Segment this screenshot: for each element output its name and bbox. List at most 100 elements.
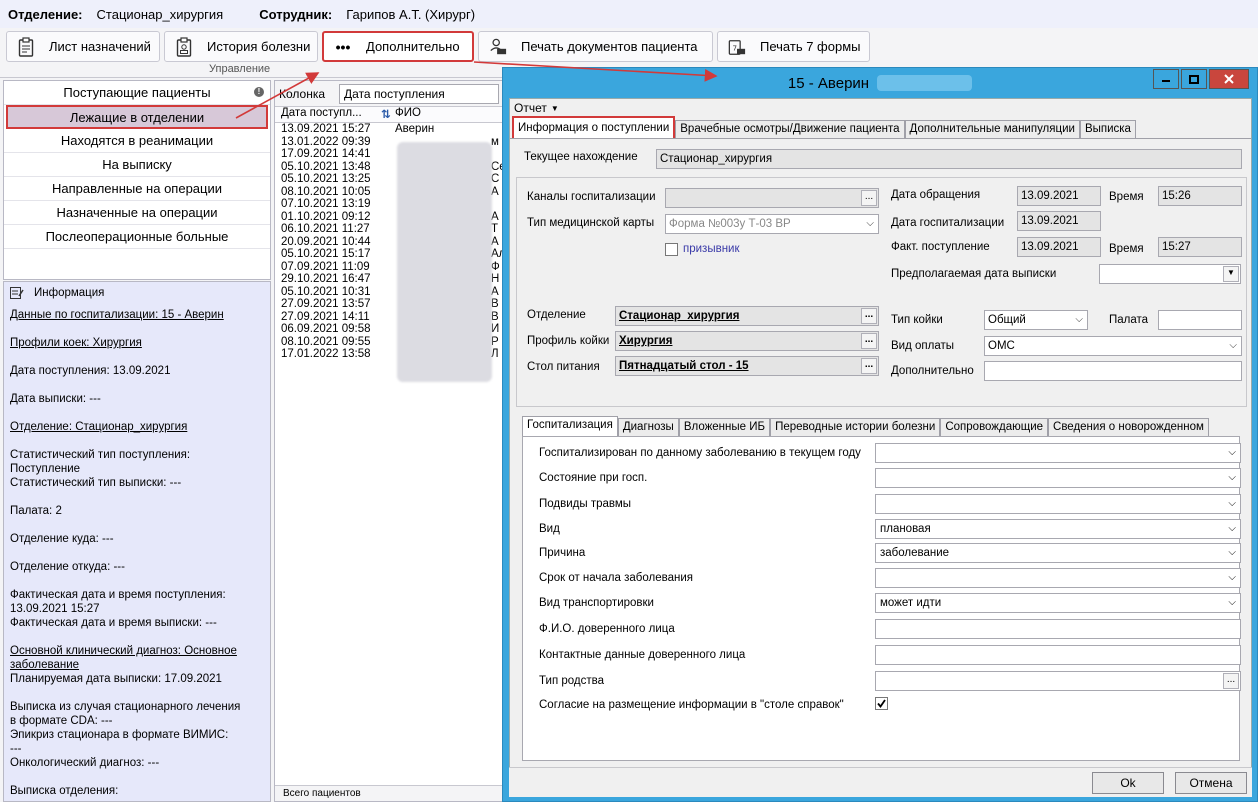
info-dept-from: Отделение откуда: --- — [10, 561, 125, 573]
browse-button[interactable]: ... — [861, 333, 877, 349]
card-type-select[interactable]: Форма №003у Т-03 ВР ⌵ — [665, 214, 879, 234]
admission-details: Каналы госпитализации ... Тип медицинско… — [516, 177, 1247, 407]
info-diagnosis-link-cont[interactable]: заболевание — [10, 658, 264, 672]
col-admission-date[interactable]: Дата поступл... — [275, 107, 375, 122]
ward-field[interactable] — [1158, 310, 1242, 330]
cancel-button[interactable]: Отмена — [1175, 772, 1247, 794]
info-icon[interactable]: ! — [254, 87, 264, 97]
row-admission-date: 07.10.2021 13:19 — [281, 198, 371, 210]
info-hospitalization-link[interactable]: Данные по госпитализации: 15 - Аверин — [10, 308, 264, 322]
calendar-dropdown-icon[interactable]: ▼ — [1223, 266, 1239, 282]
kinship-field[interactable]: ... — [875, 671, 1241, 691]
form-row-label: Вид — [539, 523, 560, 535]
col-name[interactable]: ФИО — [389, 107, 421, 122]
illness-duration-select[interactable]: ⌵ — [875, 568, 1241, 588]
nav-item-label: Находятся в реанимации — [60, 133, 214, 148]
browse-button[interactable]: ... — [1223, 673, 1239, 689]
table-row[interactable]: 13.09.2021 15:27 Аверин — [275, 123, 503, 136]
close-button[interactable] — [1209, 69, 1249, 89]
maximize-icon — [1189, 74, 1199, 84]
nav-discharge[interactable]: На выписку — [4, 153, 270, 177]
trustee-name-field[interactable] — [875, 619, 1241, 639]
window-title-bar[interactable]: 15 - Аверин — [503, 68, 1257, 98]
nav-sent-to-surgery[interactable]: Направленные на операции — [4, 177, 270, 201]
minimize-button[interactable] — [1153, 69, 1179, 89]
fact-time-field: 15:27 — [1158, 237, 1242, 257]
row-admission-date: 08.10.2021 09:55 — [281, 335, 371, 348]
nav-item-label: Назначенные на операции — [56, 205, 218, 220]
sort-icon[interactable]: ⇅ — [375, 107, 391, 122]
print-form7-button[interactable]: 7 Печать 7 формы — [717, 31, 870, 62]
row-patient-name — [389, 161, 395, 174]
row-patient-name — [389, 236, 395, 249]
nav-in-icu[interactable]: Находятся в реанимации — [4, 129, 270, 153]
app-header: Отделение: Стационар_хирургия Сотрудник:… — [0, 0, 1258, 28]
chevron-down-icon: ⌵ — [1228, 523, 1236, 534]
kind-select[interactable]: плановая ⌵ — [875, 519, 1241, 539]
browse-button[interactable]: ... — [861, 308, 877, 324]
more-dots-icon: ••• — [335, 38, 351, 55]
fact-admission-label: Факт. поступление — [891, 241, 990, 253]
nav-in-department[interactable]: Лежащие в отделении — [6, 105, 268, 129]
fact-time-label: Время — [1109, 243, 1144, 255]
prescriptions-button[interactable]: Лист назначений — [6, 31, 160, 62]
subtab-newborn[interactable]: Сведения о новорожденном — [1048, 418, 1209, 436]
tab-discharge[interactable]: Выписка — [1079, 120, 1136, 138]
injury-subtype-select[interactable]: ⌵ — [875, 494, 1241, 514]
additional-button[interactable]: ••• Дополнительно — [322, 31, 474, 62]
trustee-contact-field[interactable] — [875, 645, 1241, 665]
tab-manipulations[interactable]: Дополнительные манипуляции — [904, 120, 1080, 138]
subtab-hospitalization[interactable]: Госпитализация — [522, 416, 618, 436]
form-row-label: Вид транспортировки — [539, 597, 654, 609]
subtab-transfer-records[interactable]: Переводные истории болезни — [770, 418, 941, 436]
browse-button[interactable]: ... — [861, 190, 877, 206]
channels-field[interactable]: ... — [665, 188, 879, 208]
bed-type-select[interactable]: Общий ⌵ — [984, 310, 1088, 330]
conscript-label: призывник — [683, 243, 740, 255]
extra-field[interactable] — [984, 361, 1242, 381]
planned-discharge-field[interactable]: ▼ — [1099, 264, 1241, 284]
subtab-nested-records[interactable]: Вложенные ИБ — [678, 418, 771, 436]
card-type-label: Тип медицинской карты — [527, 217, 655, 229]
payment-select[interactable]: ОМС ⌵ — [984, 336, 1242, 356]
info-department-link[interactable]: Отделение: Стационар_хирургия — [10, 420, 264, 434]
transport-select[interactable]: может идти ⌵ — [875, 593, 1241, 613]
row-patient-name — [389, 261, 395, 274]
already-hospitalized-select[interactable]: ⌵ — [875, 443, 1241, 463]
subtab-companions[interactable]: Сопровождающие — [940, 418, 1049, 436]
report-menu-label: Отчет — [514, 101, 547, 115]
info-diagnosis-link[interactable]: Основной клинический диагноз: Основное — [10, 644, 264, 658]
svg-text:7: 7 — [733, 43, 738, 52]
hosp-date-label: Дата госпитализации — [891, 217, 1005, 229]
chevron-down-icon: ⌵ — [1228, 572, 1236, 583]
info-stat-admission-label: Статистический тип поступления: — [10, 449, 191, 461]
tab-doctor-exams[interactable]: Врачебные осмотры/Движение пациента — [675, 120, 905, 138]
subtab-diagnoses[interactable]: Диагнозы — [617, 418, 679, 436]
maximize-button[interactable] — [1181, 69, 1207, 89]
bed-profile-field[interactable]: Хирургия ... — [615, 331, 879, 351]
nav-incoming-patients[interactable]: Поступающие пациенты ! — [4, 81, 270, 105]
ok-button[interactable]: Ok — [1092, 772, 1164, 794]
print-documents-button[interactable]: Печать документов пациента — [478, 31, 713, 62]
filter-column-select[interactable]: Дата поступления — [339, 83, 500, 104]
current-location-label: Текущее нахождение — [524, 151, 638, 163]
department-value: Стационар_хирургия — [96, 6, 224, 22]
info-admission-date: Дата поступления: 13.09.2021 — [10, 365, 171, 377]
conscript-checkbox[interactable] — [665, 243, 678, 256]
condition-select[interactable]: ⌵ — [875, 468, 1241, 488]
tab-admission-info[interactable]: Информация о поступлении — [512, 116, 676, 138]
nav-scheduled-surgery[interactable]: Назначенные на операции — [4, 201, 270, 225]
consent-checkbox[interactable] — [875, 697, 888, 710]
row-admission-date: 08.10.2021 10:05 — [281, 185, 371, 198]
medical-history-button[interactable]: История болезни — [164, 31, 318, 62]
hospitalization-form: Госпитализирован по данному заболеванию … — [522, 436, 1241, 761]
reason-select[interactable]: заболевание ⌵ — [875, 543, 1241, 563]
browse-button[interactable]: ... — [861, 358, 877, 374]
diet-field[interactable]: Пятнадцатый стол - 15 ... — [615, 356, 879, 376]
nav-postoperative[interactable]: Послеоперационные больные — [4, 225, 270, 249]
department-field[interactable]: Стационар_хирургия ... — [615, 306, 879, 326]
info-bed-profiles-link[interactable]: Профили коек: Хирургия — [10, 336, 264, 350]
report-menu[interactable]: Отчет ▼ — [510, 99, 1251, 117]
row-admission-date: 27.09.2021 14:11 — [281, 310, 370, 323]
row-patient-name — [389, 298, 395, 311]
